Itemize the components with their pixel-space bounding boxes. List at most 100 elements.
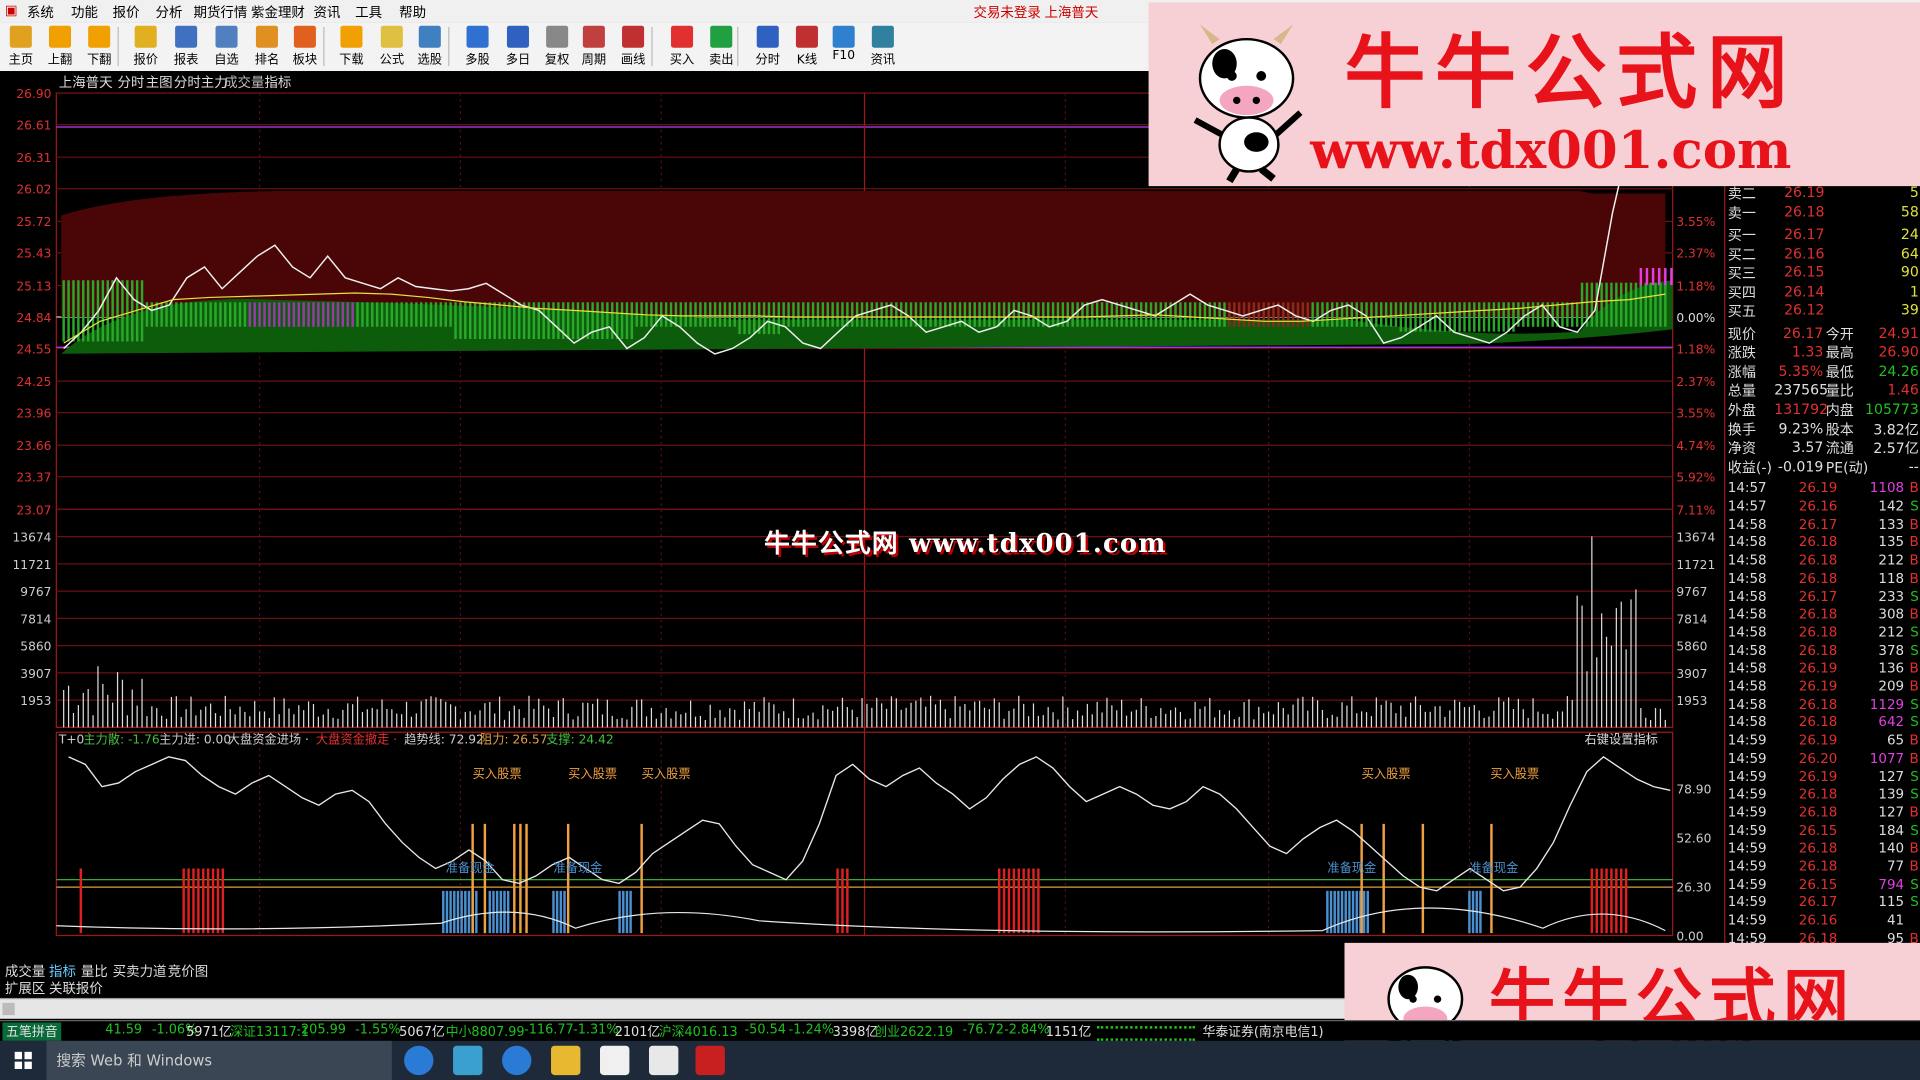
login-status[interactable]: 交易未登录 bbox=[973, 2, 1040, 22]
chart-tab-main[interactable]: 主图 bbox=[146, 75, 173, 91]
chart-tab-intraday[interactable]: 分时 bbox=[118, 75, 145, 91]
stat-row[interactable]: 涨幅 5.35% 最低 24.26 bbox=[1725, 362, 1920, 382]
tick-row[interactable]: 14:57 26.19 1108 B bbox=[1725, 480, 1920, 498]
stat-row[interactable]: 换手 9.23% 股本 3.82亿 bbox=[1725, 419, 1920, 439]
toolbar-button-6[interactable]: 排名 bbox=[249, 24, 286, 68]
tick-row[interactable]: 14:59 26.15 794 S bbox=[1725, 876, 1920, 894]
menu-help[interactable]: 帮助 bbox=[399, 2, 426, 22]
pct-tick-label: 1.18% bbox=[1676, 342, 1715, 356]
menu-futures[interactable]: 期货行情 bbox=[193, 2, 247, 22]
stat-row[interactable]: 现价 26.17 今开 24.91 bbox=[1725, 324, 1920, 344]
toolbar-button-10[interactable]: 选股 bbox=[411, 24, 448, 68]
tab-expand[interactable]: 扩展区 bbox=[5, 978, 45, 998]
document-icon[interactable] bbox=[600, 1045, 630, 1076]
buy-row[interactable]: 买一 26.17 24 bbox=[1725, 225, 1920, 245]
menu-system[interactable]: 系统 bbox=[27, 2, 54, 22]
tick-row[interactable]: 14:58 26.18 1129 S bbox=[1725, 696, 1920, 714]
file-explorer-icon[interactable] bbox=[551, 1045, 581, 1076]
tick-row[interactable]: 14:58 26.19 209 B bbox=[1725, 678, 1920, 696]
tab-buy-sell-force[interactable]: 买卖力道 bbox=[113, 961, 167, 981]
toolbar-button-13[interactable]: 复权 bbox=[539, 24, 576, 68]
tick-row[interactable]: 14:59 26.20 1077 B bbox=[1725, 750, 1920, 768]
toolbar-button-4[interactable]: 报表 bbox=[168, 24, 205, 68]
tick-row[interactable]: 14:59 26.16 41 bbox=[1725, 912, 1920, 930]
tick-row[interactable]: 14:58 26.18 642 S bbox=[1725, 714, 1920, 732]
toolbar-button-0[interactable]: 主页 bbox=[2, 24, 39, 68]
toolbar-button-5[interactable]: 自选 bbox=[208, 24, 245, 68]
tick-row[interactable]: 14:59 26.18 127 B bbox=[1725, 804, 1920, 822]
stat-row[interactable]: 外盘 131792 内盘 105773 bbox=[1725, 400, 1920, 420]
tick-row[interactable]: 14:58 26.18 308 B bbox=[1725, 606, 1920, 624]
tick-row[interactable]: 14:59 26.19 127 S bbox=[1725, 768, 1920, 786]
tick-row[interactable]: 14:59 26.19 65 B bbox=[1725, 732, 1920, 750]
toolbar-button-2[interactable]: 下翻 bbox=[81, 24, 118, 68]
buy-row[interactable]: 买三 26.15 90 bbox=[1725, 263, 1920, 283]
chart-tab-volume[interactable]: 成交量 bbox=[224, 74, 264, 91]
tick-row[interactable]: 14:59 26.15 184 S bbox=[1725, 822, 1920, 840]
toolbar-button-15[interactable]: 画线 bbox=[615, 24, 652, 68]
menu-news[interactable]: 资讯 bbox=[313, 2, 340, 22]
sell-row[interactable]: 卖一 26.18 58 bbox=[1725, 203, 1920, 223]
toolbar-button-1[interactable]: 上翻 bbox=[42, 24, 79, 68]
buy-row[interactable]: 买二 26.16 64 bbox=[1725, 244, 1920, 264]
chart-tab-indicator[interactable]: 指标 bbox=[264, 75, 291, 91]
tick-row[interactable]: 14:59 26.18 77 B bbox=[1725, 858, 1920, 876]
toolbar-button-12[interactable]: 多日 bbox=[500, 24, 537, 68]
scroll-thumb[interactable] bbox=[2, 1002, 15, 1016]
tick-row[interactable]: 14:58 26.19 136 B bbox=[1725, 660, 1920, 678]
qq-icon[interactable] bbox=[453, 1045, 483, 1076]
notepad-icon[interactable] bbox=[648, 1045, 679, 1076]
tick-row[interactable]: 14:58 26.18 118 B bbox=[1725, 570, 1920, 588]
sell-row[interactable]: 卖二 26.19 5 bbox=[1725, 184, 1920, 204]
toolbar-button-18[interactable]: 分时 bbox=[749, 24, 786, 68]
toolbar-button-label: 主页 bbox=[8, 53, 34, 68]
horizontal-scrollbar[interactable] bbox=[0, 997, 1347, 1019]
toolbar-button-11[interactable]: 多股 bbox=[459, 24, 496, 68]
tick-row[interactable]: 14:58 26.18 135 B bbox=[1725, 534, 1920, 552]
stat-row[interactable]: 净资 3.57 流通 2.57亿 bbox=[1725, 438, 1920, 458]
toolbar-button-3[interactable]: 报价 bbox=[127, 24, 164, 68]
tick-row[interactable]: 14:58 26.17 233 S bbox=[1725, 588, 1920, 606]
toolbar-button-19[interactable]: K线 bbox=[789, 24, 826, 68]
tick-row[interactable]: 14:58 26.18 212 B bbox=[1725, 552, 1920, 570]
tick-row[interactable]: 14:59 26.18 139 S bbox=[1725, 786, 1920, 804]
tick-row[interactable]: 14:58 26.17 133 B bbox=[1725, 516, 1920, 534]
ie-browser-icon[interactable] bbox=[502, 1045, 532, 1076]
buy-row[interactable]: 买四 26.14 1 bbox=[1725, 282, 1920, 302]
toolbar-button-14[interactable]: 周期 bbox=[576, 24, 613, 68]
taskbar-search[interactable]: 搜索 Web 和 Windows bbox=[46, 1040, 392, 1080]
toolbar-button-17[interactable]: 卖出 bbox=[703, 24, 740, 68]
tick-price: 26.16 bbox=[1798, 498, 1838, 515]
blocks-icon bbox=[293, 25, 316, 48]
tick-row[interactable]: 14:58 26.18 378 S bbox=[1725, 642, 1920, 660]
tick-price: 26.19 bbox=[1798, 768, 1838, 785]
menu-tools[interactable]: 工具 bbox=[355, 2, 382, 22]
stat-row[interactable]: 收益(-) -0.019 PE(动) -- bbox=[1725, 458, 1920, 478]
stat-row[interactable]: 涨跌 1.33 最高 26.90 bbox=[1725, 343, 1920, 363]
stat-row[interactable]: 总量 237565 量比 1.46 bbox=[1725, 381, 1920, 401]
toolbar-button-8[interactable]: 下载 bbox=[333, 24, 370, 68]
tick-row[interactable]: 14:57 26.16 142 S bbox=[1725, 498, 1920, 516]
tick-row[interactable]: 14:59 26.18 140 B bbox=[1725, 840, 1920, 858]
input-method-indicator[interactable]: 五笔拼音 bbox=[2, 1022, 62, 1041]
toolbar-button-9[interactable]: 公式 bbox=[373, 24, 410, 68]
toolbar-button-16[interactable]: 买入 bbox=[664, 24, 701, 68]
toolbar-button-7[interactable]: 板块 bbox=[287, 24, 324, 68]
menu-function[interactable]: 功能 bbox=[71, 2, 98, 22]
edge-browser-icon[interactable] bbox=[404, 1045, 434, 1076]
intraday-chart[interactable]: 26.90 26.61 26.31 26.02 25.72 25.43 25.13 24.84… bbox=[0, 71, 1920, 957]
windows-start-icon[interactable] bbox=[14, 1051, 32, 1069]
menu-quote[interactable]: 报价 bbox=[113, 2, 140, 22]
toolbar-button-21[interactable]: 资讯 bbox=[864, 24, 901, 68]
buy-row[interactable]: 买五 26.12 39 bbox=[1725, 301, 1920, 321]
toolbar-button-20[interactable]: F10 bbox=[825, 24, 862, 68]
tab-auction[interactable]: 竞价图 bbox=[168, 961, 208, 981]
tick-row[interactable]: 14:58 26.18 212 S bbox=[1725, 624, 1920, 642]
tab-related-quote[interactable]: 关联报价 bbox=[49, 978, 103, 998]
menu-analysis[interactable]: 分析 bbox=[156, 2, 183, 22]
tick-direction: S bbox=[1910, 642, 1919, 659]
menu-wealth[interactable]: 紫金理财 bbox=[251, 2, 305, 22]
tick-row[interactable]: 14:59 26.17 115 S bbox=[1725, 894, 1920, 912]
chart-tab-main-force[interactable]: 分时主力 bbox=[174, 75, 228, 91]
trading-app-icon[interactable] bbox=[695, 1045, 725, 1076]
